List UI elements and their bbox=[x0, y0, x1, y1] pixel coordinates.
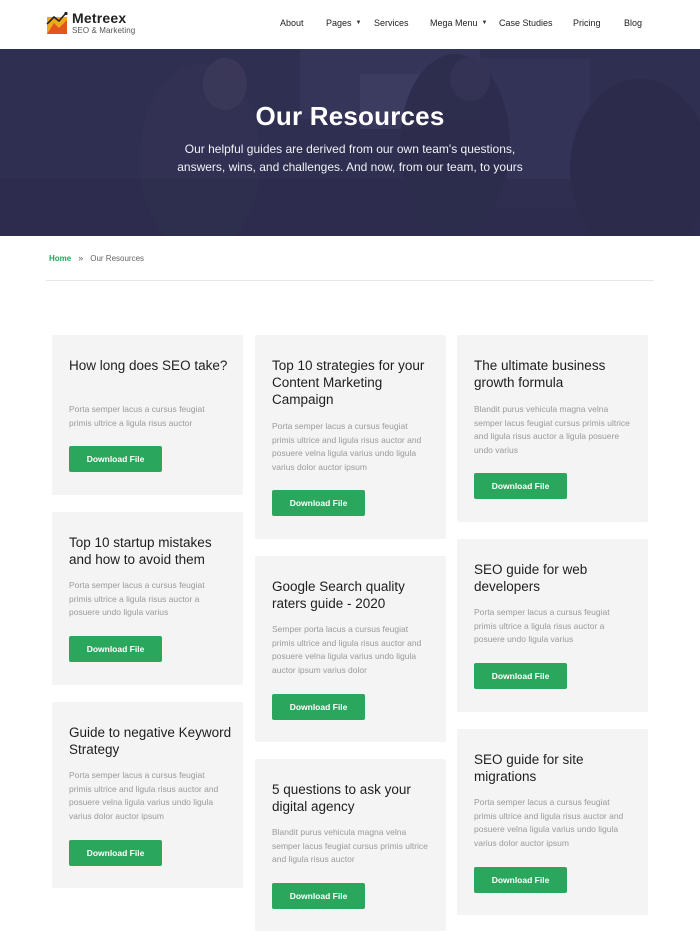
page-subtitle: Our helpful guides are derived from our … bbox=[177, 142, 523, 174]
nav-item-mega-menu[interactable]: Mega Menu ▼ bbox=[430, 18, 487, 28]
divider bbox=[46, 280, 654, 281]
resource-card: Top 10 startup mistakes and how to avoid… bbox=[52, 512, 243, 685]
resource-description: Blandit purus vehicula magna velna sempe… bbox=[272, 827, 428, 865]
resource-description: Porta semper lacus a cursus feugiat prim… bbox=[474, 797, 624, 849]
resource-title: The ultimate business growth formula bbox=[474, 358, 606, 390]
resource-description: Semper porta lacus a cursus feugiat prim… bbox=[272, 624, 422, 676]
hero-banner: Our Resources Our helpful guides are der… bbox=[0, 49, 700, 236]
caret-down-icon: ▼ bbox=[355, 20, 362, 26]
resource-description: Porta semper lacus a cursus feugiat prim… bbox=[69, 404, 205, 428]
download-file-button[interactable]: Download File bbox=[272, 490, 365, 516]
download-file-button[interactable]: Download File bbox=[69, 840, 162, 866]
nav-item-pages[interactable]: Pages ▼ bbox=[326, 18, 361, 28]
nav-item-label: Case Studies bbox=[499, 18, 553, 28]
download-file-button[interactable]: Download File bbox=[272, 883, 365, 909]
nav-item-blog[interactable]: Blog bbox=[624, 18, 642, 28]
breadcrumb-separator: » bbox=[78, 253, 84, 263]
nav-item-about[interactable]: About bbox=[280, 18, 304, 28]
resource-card: SEO guide for site migrations Porta semp… bbox=[457, 729, 648, 915]
download-file-button[interactable]: Download File bbox=[69, 636, 162, 662]
nav-item-label: Pages bbox=[326, 18, 352, 28]
resource-title: How long does SEO take? bbox=[69, 358, 228, 373]
caret-down-icon: ▼ bbox=[481, 20, 488, 26]
resource-title: Top 10 startup mistakes and how to avoid… bbox=[69, 535, 212, 567]
resource-description: Porta semper lacus a cursus feugiat prim… bbox=[474, 607, 610, 645]
nav-item-services[interactable]: Services bbox=[374, 18, 409, 28]
resource-title: SEO guide for web developers bbox=[474, 562, 588, 594]
resource-card: Guide to negative Keyword Strategy Porta… bbox=[52, 702, 243, 888]
nav-item-label: Services bbox=[374, 18, 409, 28]
resource-card: How long does SEO take? Porta semper lac… bbox=[52, 335, 243, 495]
download-file-button[interactable]: Download File bbox=[474, 867, 567, 893]
resource-card: The ultimate business growth formula Bla… bbox=[457, 335, 648, 522]
resource-title: Top 10 strategies for your Content Marke… bbox=[272, 358, 425, 407]
download-file-button[interactable]: Download File bbox=[474, 663, 567, 689]
nav-item-case-studies[interactable]: Case Studies bbox=[499, 18, 553, 28]
page-title: Our Resources bbox=[255, 101, 445, 131]
nav-item-pricing[interactable]: Pricing bbox=[573, 18, 601, 28]
nav-item-label: About bbox=[280, 18, 304, 28]
resource-title: Google Search quality raters guide - 202… bbox=[272, 579, 405, 611]
breadcrumb-home-link[interactable]: Home bbox=[49, 254, 71, 263]
resource-title: SEO guide for site migrations bbox=[474, 752, 584, 784]
download-file-button[interactable]: Download File bbox=[272, 694, 365, 720]
resource-card: SEO guide for web developers Porta sempe… bbox=[457, 539, 648, 712]
breadcrumb: Home » Our Resources bbox=[49, 253, 144, 263]
nav-item-label: Mega Menu bbox=[430, 18, 478, 28]
resource-card: 5 questions to ask your digital agency B… bbox=[255, 759, 446, 931]
nav-item-label: Pricing bbox=[573, 18, 601, 28]
site-header: Metreex SEO & Marketing About Pages ▼ Se… bbox=[0, 0, 700, 49]
breadcrumb-current: Our Resources bbox=[90, 253, 145, 263]
resource-description: Porta semper lacus a cursus feugiat prim… bbox=[272, 421, 422, 473]
resource-card: Google Search quality raters guide - 202… bbox=[255, 556, 446, 742]
resource-description: Porta semper lacus a cursus feugiat prim… bbox=[69, 770, 219, 822]
resource-description: Blandit purus vehicula magna velna sempe… bbox=[474, 404, 630, 456]
main-nav: About Pages ▼ Services Mega Menu ▼ Case … bbox=[0, 18, 700, 32]
nav-item-label: Blog bbox=[624, 18, 643, 28]
resource-title: Guide to negative Keyword Strategy bbox=[69, 725, 232, 757]
resource-description: Porta semper lacus a cursus feugiat prim… bbox=[69, 580, 205, 618]
resource-title: 5 questions to ask your digital agency bbox=[272, 782, 411, 814]
download-file-button[interactable]: Download File bbox=[474, 473, 567, 499]
resource-card: Top 10 strategies for your Content Marke… bbox=[255, 335, 446, 539]
download-file-button[interactable]: Download File bbox=[69, 446, 162, 472]
